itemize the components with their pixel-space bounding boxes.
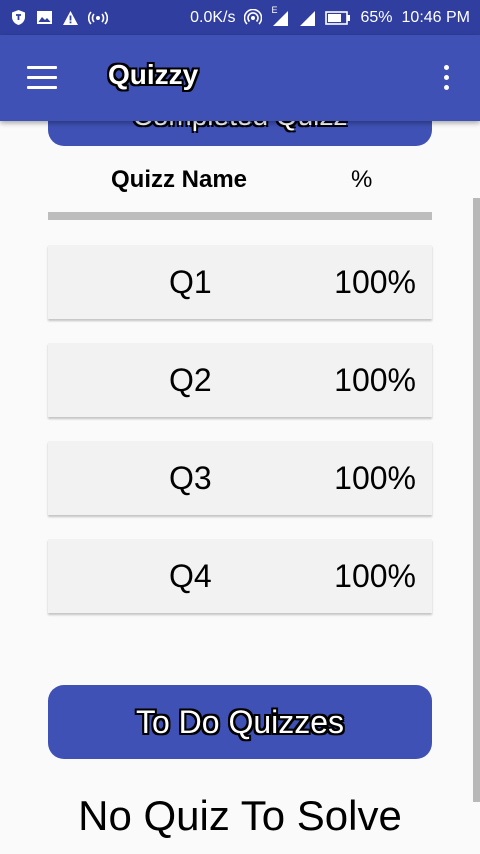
quiz-row-q3[interactable]: Q3 100% — [48, 441, 432, 515]
quiz-name: Q4 — [169, 558, 212, 594]
empty-message: No Quiz To Solve — [78, 792, 402, 839]
hamburger-menu-icon[interactable] — [27, 66, 57, 90]
quiz-row-q4[interactable]: Q4 100% — [48, 539, 432, 613]
app-title: Quizzy — [108, 59, 199, 90]
quiz-percent: 100% — [334, 264, 416, 300]
status-bar: 0.0K/s E 65% 10:46 PM — [0, 0, 480, 35]
header-percent: % — [351, 166, 373, 193]
battery-icon — [325, 10, 351, 25]
signal-icon — [298, 9, 316, 27]
clock: 10:46 PM — [401, 8, 470, 26]
battery-percent: 65% — [360, 8, 393, 26]
app-bar: Quizzy — [0, 35, 480, 121]
quiz-percent: 100% — [334, 558, 416, 594]
quiz-percent: 100% — [334, 362, 416, 398]
signal-e-icon: E — [271, 5, 289, 27]
broadcast-icon — [88, 10, 108, 25]
quiz-row-q2[interactable]: Q2 100% — [48, 343, 432, 417]
todo-quizzes-label: To Do Quizzes — [135, 703, 345, 740]
more-vert-icon[interactable] — [436, 62, 456, 94]
hotspot-icon — [244, 8, 263, 27]
quiz-name: Q1 — [169, 264, 212, 300]
scrollbar[interactable] — [473, 198, 480, 802]
quiz-name: Q2 — [169, 362, 212, 398]
quiz-name: Q3 — [169, 460, 212, 496]
table-header: Quizz Name % — [48, 163, 432, 199]
shield-notification-icon — [10, 9, 27, 26]
header-quizz-name: Quizz Name — [111, 166, 248, 193]
image-notification-icon — [36, 10, 53, 25]
quiz-percent: 100% — [334, 460, 416, 496]
status-notifications — [10, 9, 108, 26]
header-divider — [48, 212, 432, 220]
todo-quizzes-button[interactable]: To Do Quizzes — [48, 685, 432, 759]
net-speed-text: 0.0K/s — [190, 8, 236, 26]
quiz-row-q1[interactable]: Q1 100% — [48, 245, 432, 319]
network-type-label: E — [271, 4, 278, 15]
status-system: 0.0K/s E 65% 10:46 PM — [190, 5, 470, 27]
warning-icon — [62, 10, 79, 26]
